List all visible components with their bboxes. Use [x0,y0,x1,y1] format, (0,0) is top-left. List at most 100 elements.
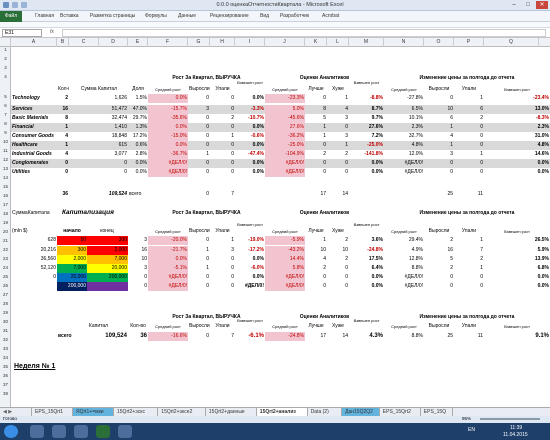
sec1-cell-g[interactable]: 1 [188,150,210,159]
sec1-cell-share[interactable]: 29.7% [128,114,148,123]
sec1-cell-name[interactable]: Services [11,105,57,114]
sec2-cell-q[interactable]: 0.0% [484,273,550,282]
save-icon[interactable] [12,2,18,8]
sec1-cell-sum[interactable]: 615 [69,141,128,150]
sec1-cell-h[interactable]: 0 [210,123,235,132]
sec1-cell-share[interactable]: 17.2% [128,132,148,141]
sec1-cell-share[interactable]: 0.0% [128,159,148,168]
sec2-cell-f[interactable]: -5.1% [148,264,188,273]
sec1-cell-share[interactable]: 1.5% [128,94,148,103]
sec2-cell-m[interactable]: 0.0% [349,282,384,291]
col-header-p[interactable]: P [454,38,484,47]
row-header[interactable]: 9 [0,130,11,135]
explorer-icon[interactable] [30,425,44,438]
row-header[interactable]: 31 [0,328,11,333]
sec1-cell-share[interactable]: 47.0% [128,105,148,114]
sec1-cell-h[interactable]: 0 [210,159,235,168]
tab-developer[interactable]: Разработчик [280,13,309,19]
tab-acrobat[interactable]: Acrobat [322,13,339,19]
sec2-cell-h[interactable]: 3 [210,246,235,255]
row-header[interactable]: 17 [0,202,11,207]
sec1-cell-h[interactable]: 1 [210,132,235,141]
sec2-cell-j[interactable]: #ДЕЛ/0! [265,282,305,291]
sec2-cell-b[interactable]: 20,000 [57,273,87,282]
sec1-cell-n[interactable]: 32.7% [384,132,424,141]
sec1-cell-q[interactable]: 13.0% [484,105,550,114]
sec1-cell-n[interactable]: 2.3% [384,123,424,132]
sec1-cell-j[interactable]: #ДЕЛ/0! [265,168,305,177]
sec1-cell-k[interactable]: 2 [305,150,327,159]
sec1-cell-k[interactable]: 0 [305,168,327,177]
sec2-cell-p[interactable]: 7 [454,246,484,255]
sec1-cell-j[interactable]: -36.2% [265,132,305,141]
row-header[interactable]: 10 [0,139,11,144]
sec1-cell-h[interactable]: 2 [210,114,235,123]
sec1-cell-kol[interactable]: 0 [57,168,69,177]
sec2-cell-b[interactable]: 2,000 [57,255,87,264]
sec1-cell-f[interactable]: 0.0% [148,94,188,103]
row-header[interactable]: 28 [0,301,11,306]
sec1-cell-i[interactable]: 0.0% [235,123,265,132]
sec1-cell-i[interactable]: -47.4% [235,150,265,159]
col-header-m[interactable]: M [349,38,384,47]
sec1-cell-l[interactable]: 4 [327,105,349,114]
sec2-cell-a[interactable]: 628 [11,236,57,245]
sec2-cell-n[interactable]: #ДЕЛ/0! [384,273,424,282]
sec1-cell-l[interactable]: 2 [327,150,349,159]
sec1-cell-o[interactable]: 1 [424,141,454,150]
sec2-cell-q[interactable]: 0.0% [484,282,550,291]
col-header-k[interactable]: K [305,38,327,47]
language-indicator[interactable]: EN [468,427,475,433]
sec2-cell-q[interactable]: 26.5% [484,236,550,245]
sec1-cell-g[interactable]: 0 [188,132,210,141]
sec1-cell-q[interactable]: 2.3% [484,123,550,132]
sec1-cell-h[interactable]: 0 [210,150,235,159]
sec2-cell-p[interactable]: 1 [454,236,484,245]
sec2-cell-a[interactable]: 0 [11,273,57,282]
sec2-cell-m[interactable]: 3.6% [349,236,384,245]
sec1-cell-f[interactable]: -36.7% [148,150,188,159]
sec1-cell-share[interactable]: 2.8% [128,150,148,159]
close-button[interactable]: ✕ [536,1,548,9]
sec1-cell-p[interactable]: 0 [454,123,484,132]
sec2-cell-i[interactable]: 0.0% [235,255,265,264]
row-header[interactable]: 34 [0,355,11,360]
sec2-cell-d[interactable]: 2,000 [87,246,128,255]
sec1-cell-f[interactable]: 0.0% [148,141,188,150]
sec1-cell-n[interactable]: 10.1% [384,114,424,123]
sec2-cell-e[interactable]: 10 [128,255,148,264]
sec1-cell-n[interactable]: 12.0% [384,150,424,159]
sec1-cell-name[interactable]: Utilities [11,168,57,177]
sec2-cell-n[interactable]: 29.4% [384,236,424,245]
row-header[interactable]: 11 [0,148,11,153]
sec2-cell-a[interactable]: 20,216 [11,246,57,255]
col-header-d[interactable]: D [99,38,128,47]
sec1-cell-name[interactable]: Technology [11,94,57,103]
sec2-cell-i[interactable]: -6.0% [235,264,265,273]
row-header[interactable]: 15 [0,184,11,189]
sec2-cell-d[interactable] [87,282,128,291]
sec1-cell-q[interactable]: 4.8% [484,141,550,150]
sec1-cell-h[interactable]: 0 [210,168,235,177]
tab-home[interactable]: Главная [35,13,54,19]
sec2-cell-a[interactable] [11,282,57,291]
sec2-cell-l[interactable]: 2 [327,255,349,264]
sec2-cell-m[interactable]: 0.0% [349,273,384,282]
row-header[interactable]: 24 [0,265,11,270]
sec2-cell-l[interactable]: 2 [327,236,349,245]
sec1-cell-o[interactable]: 0 [424,94,454,103]
sec1-cell-kol[interactable]: 1 [57,141,69,150]
sec1-cell-o[interactable]: 1 [424,123,454,132]
sec1-cell-k[interactable]: 0 [305,141,327,150]
sec1-cell-m[interactable]: 27.6% [349,123,384,132]
sec1-cell-i[interactable]: 0.0% [235,141,265,150]
sec2-cell-d[interactable]: 300 [87,236,128,245]
sec1-cell-sum[interactable]: 0 [69,159,128,168]
sec2-cell-n[interactable]: 8.8% [384,264,424,273]
sec2-cell-o[interactable]: 5 [424,255,454,264]
sec2-cell-k[interactable]: 4 [305,255,327,264]
sec2-cell-a[interactable]: 36,560 [11,255,57,264]
sec2-cell-p[interactable]: 1 [454,264,484,273]
sec1-cell-g[interactable]: 0 [188,114,210,123]
sec2-cell-m[interactable]: 17.5% [349,255,384,264]
